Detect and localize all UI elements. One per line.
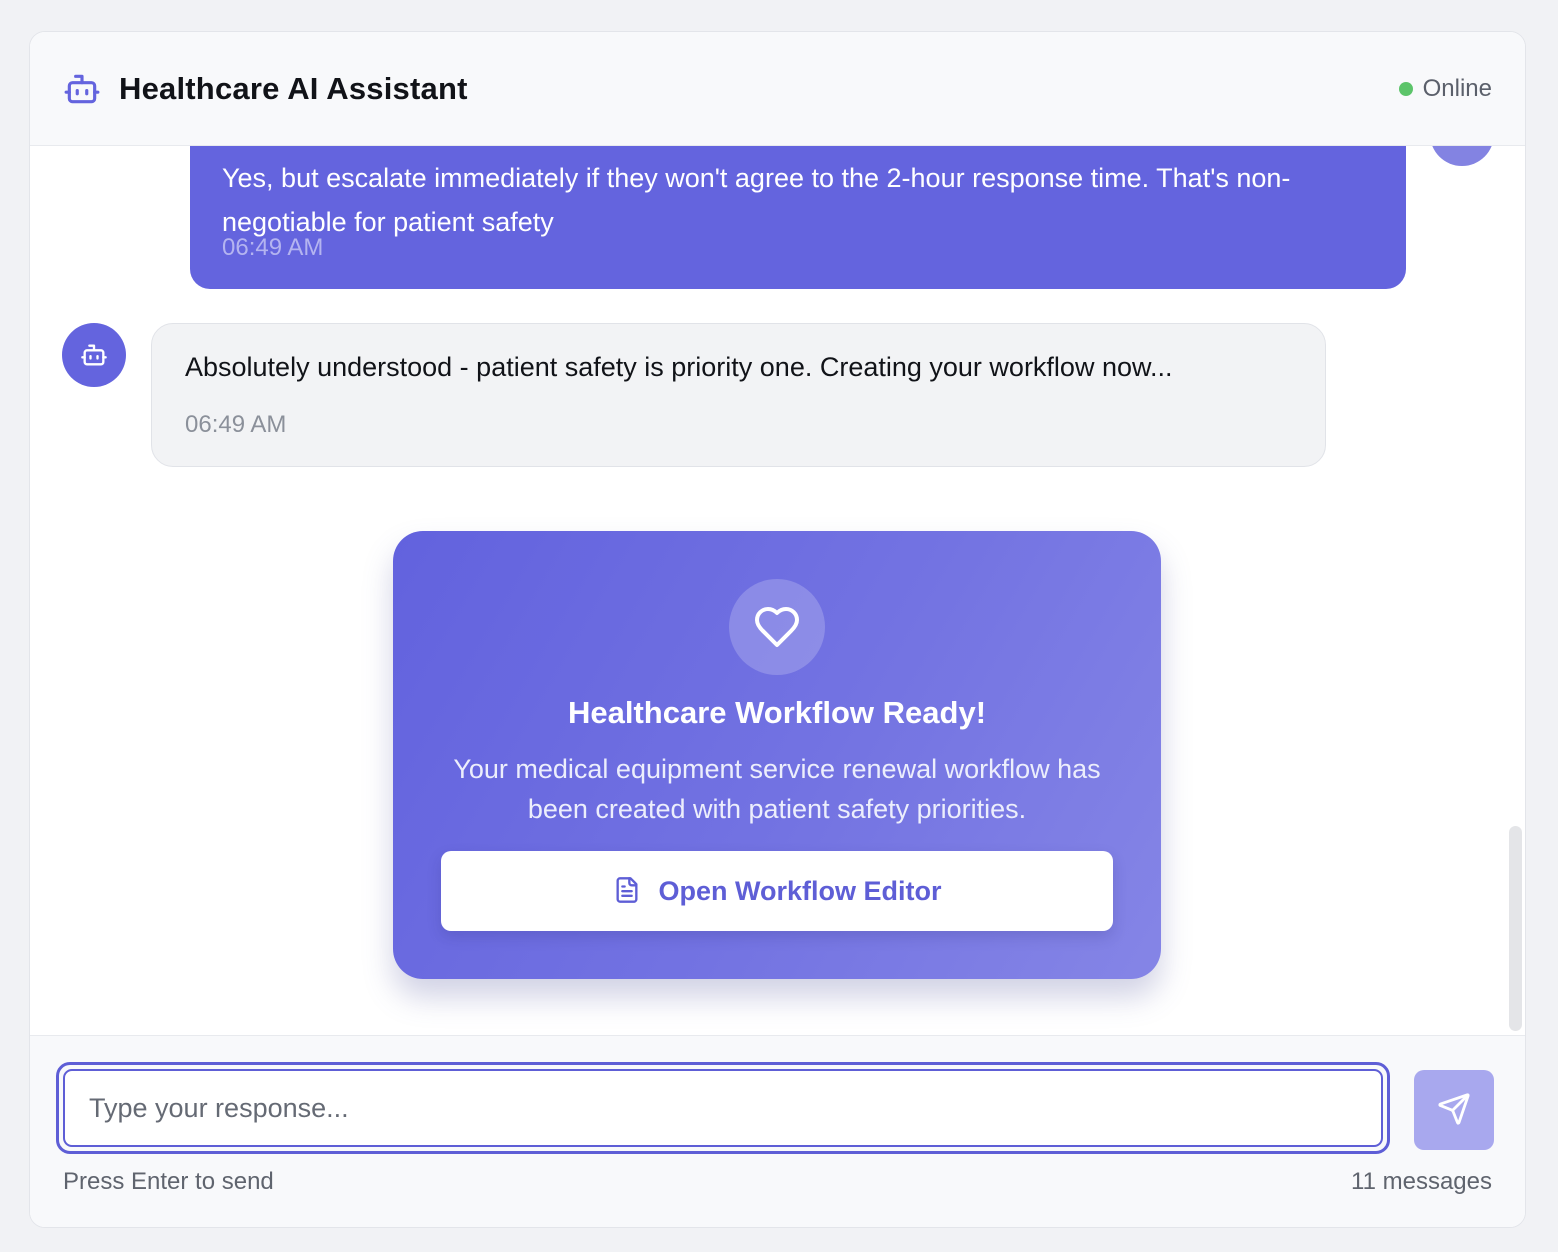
chat-header: Healthcare AI Assistant Online — [30, 32, 1525, 146]
workflow-ready-card: Healthcare Workflow Ready! Your medical … — [393, 531, 1161, 979]
online-dot-icon — [1398, 81, 1413, 96]
assistant-avatar — [62, 323, 126, 387]
open-workflow-editor-button[interactable]: Open Workflow Editor — [441, 851, 1113, 931]
message-list[interactable]: Yes, but escalate immediately if they wo… — [30, 146, 1525, 1035]
message-text: Absolutely understood - patient safety i… — [185, 352, 1173, 382]
response-input[interactable] — [63, 1069, 1383, 1147]
chat-title: Healthcare AI Assistant — [119, 70, 468, 106]
bot-icon — [81, 344, 107, 366]
user-avatar — [1430, 146, 1494, 166]
message-text: Yes, but escalate immediately if they wo… — [222, 163, 1291, 237]
send-hint: Press Enter to send — [63, 1168, 274, 1195]
message-time: 06:49 AM — [222, 234, 324, 261]
status-indicator: Online — [1398, 74, 1492, 103]
message-count: 11 messages — [1351, 1168, 1492, 1195]
status-text: Online — [1422, 74, 1492, 102]
card-title: Healthcare Workflow Ready! — [567, 695, 987, 730]
chat-window: Healthcare AI Assistant Online Yes, but … — [29, 31, 1526, 1228]
user-message: Yes, but escalate immediately if they wo… — [190, 146, 1406, 289]
bot-icon — [63, 70, 101, 108]
scrollbar[interactable] — [1509, 826, 1522, 1031]
send-icon — [1437, 1092, 1471, 1129]
send-button[interactable] — [1414, 1070, 1494, 1150]
assistant-message: Absolutely understood - patient safety i… — [151, 323, 1326, 467]
message-time: 06:49 AM — [185, 411, 287, 438]
heart-icon — [729, 579, 825, 675]
button-label: Open Workflow Editor — [658, 875, 942, 906]
response-input-wrapper — [56, 1062, 1390, 1154]
document-icon — [613, 874, 641, 909]
card-description: Your medical equipment service renewal w… — [453, 754, 1101, 824]
composer: Press Enter to send 11 messages — [30, 1035, 1525, 1227]
